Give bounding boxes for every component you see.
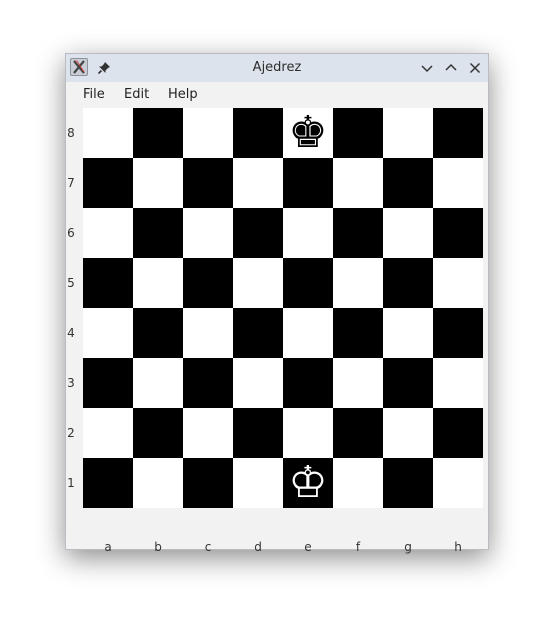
maximize-icon[interactable]	[443, 60, 459, 76]
menu-edit[interactable]: Edit	[124, 82, 149, 108]
square-g8[interactable]	[383, 108, 433, 158]
rank-label-6: 6	[67, 226, 75, 240]
square-f6[interactable]	[333, 208, 383, 258]
square-f1[interactable]	[333, 458, 383, 508]
square-g3[interactable]	[383, 358, 433, 408]
square-h2[interactable]	[433, 408, 483, 458]
rank-label-5: 5	[67, 276, 75, 290]
rank-label-4: 4	[67, 326, 75, 340]
square-a8[interactable]	[83, 108, 133, 158]
square-d3[interactable]	[233, 358, 283, 408]
square-e4[interactable]	[283, 308, 333, 358]
menu-bar: File Edit Help	[66, 82, 488, 108]
square-c3[interactable]	[183, 358, 233, 408]
square-f3[interactable]	[333, 358, 383, 408]
file-label-g: g	[404, 540, 412, 554]
square-c8[interactable]	[183, 108, 233, 158]
square-f5[interactable]	[333, 258, 383, 308]
square-b4[interactable]	[133, 308, 183, 358]
menu-help[interactable]: Help	[168, 82, 198, 108]
square-g4[interactable]	[383, 308, 433, 358]
square-b8[interactable]	[133, 108, 183, 158]
chess-board[interactable]: ♚ ♔	[83, 108, 483, 508]
white-king-icon[interactable]: ♔	[288, 458, 327, 508]
file-label-a: a	[104, 540, 112, 554]
menu-file[interactable]: File	[83, 82, 105, 108]
square-b5[interactable]	[133, 258, 183, 308]
rank-label-8: 8	[67, 126, 75, 140]
square-h7[interactable]	[433, 158, 483, 208]
square-e1[interactable]: ♔	[283, 458, 333, 508]
file-label-b: b	[154, 540, 162, 554]
app-window: Ajedrez File Edit Help ♚ ♔ 87654321abcdef…	[65, 53, 489, 554]
square-e5[interactable]	[283, 258, 333, 308]
title-bar[interactable]: Ajedrez	[66, 54, 488, 82]
square-a2[interactable]	[83, 408, 133, 458]
square-b3[interactable]	[133, 358, 183, 408]
square-c7[interactable]	[183, 158, 233, 208]
file-label-c: c	[204, 540, 212, 554]
square-e2[interactable]	[283, 408, 333, 458]
file-label-d: d	[254, 540, 262, 554]
square-d8[interactable]	[233, 108, 283, 158]
square-c5[interactable]	[183, 258, 233, 308]
square-d5[interactable]	[233, 258, 283, 308]
square-a4[interactable]	[83, 308, 133, 358]
file-label-h: h	[454, 540, 462, 554]
minimize-icon[interactable]	[419, 60, 435, 76]
square-a3[interactable]	[83, 358, 133, 408]
square-h4[interactable]	[433, 308, 483, 358]
square-b6[interactable]	[133, 208, 183, 258]
square-g7[interactable]	[383, 158, 433, 208]
square-g6[interactable]	[383, 208, 433, 258]
rank-label-3: 3	[67, 376, 75, 390]
square-f8[interactable]	[333, 108, 383, 158]
close-icon[interactable]	[467, 60, 483, 76]
square-f4[interactable]	[333, 308, 383, 358]
square-a6[interactable]	[83, 208, 133, 258]
rank-label-1: 1	[67, 476, 75, 490]
square-h3[interactable]	[433, 358, 483, 408]
square-g1[interactable]	[383, 458, 433, 508]
square-c6[interactable]	[183, 208, 233, 258]
square-a1[interactable]	[83, 458, 133, 508]
square-b7[interactable]	[133, 158, 183, 208]
black-king-icon[interactable]: ♚	[288, 108, 327, 158]
square-c1[interactable]	[183, 458, 233, 508]
square-b1[interactable]	[133, 458, 183, 508]
square-a7[interactable]	[83, 158, 133, 208]
square-e3[interactable]	[283, 358, 333, 408]
rank-label-7: 7	[67, 176, 75, 190]
square-h5[interactable]	[433, 258, 483, 308]
square-a5[interactable]	[83, 258, 133, 308]
square-d7[interactable]	[233, 158, 283, 208]
square-e8[interactable]: ♚	[283, 108, 333, 158]
square-g5[interactable]	[383, 258, 433, 308]
square-f7[interactable]	[333, 158, 383, 208]
square-f2[interactable]	[333, 408, 383, 458]
square-d6[interactable]	[233, 208, 283, 258]
square-d2[interactable]	[233, 408, 283, 458]
file-label-f: f	[355, 540, 361, 554]
square-b2[interactable]	[133, 408, 183, 458]
square-c2[interactable]	[183, 408, 233, 458]
square-h6[interactable]	[433, 208, 483, 258]
file-label-e: e	[304, 540, 312, 554]
square-d1[interactable]	[233, 458, 283, 508]
square-d4[interactable]	[233, 308, 283, 358]
square-h8[interactable]	[433, 108, 483, 158]
square-e6[interactable]	[283, 208, 333, 258]
square-c4[interactable]	[183, 308, 233, 358]
square-e7[interactable]	[283, 158, 333, 208]
rank-label-2: 2	[67, 426, 75, 440]
square-h1[interactable]	[433, 458, 483, 508]
square-g2[interactable]	[383, 408, 433, 458]
